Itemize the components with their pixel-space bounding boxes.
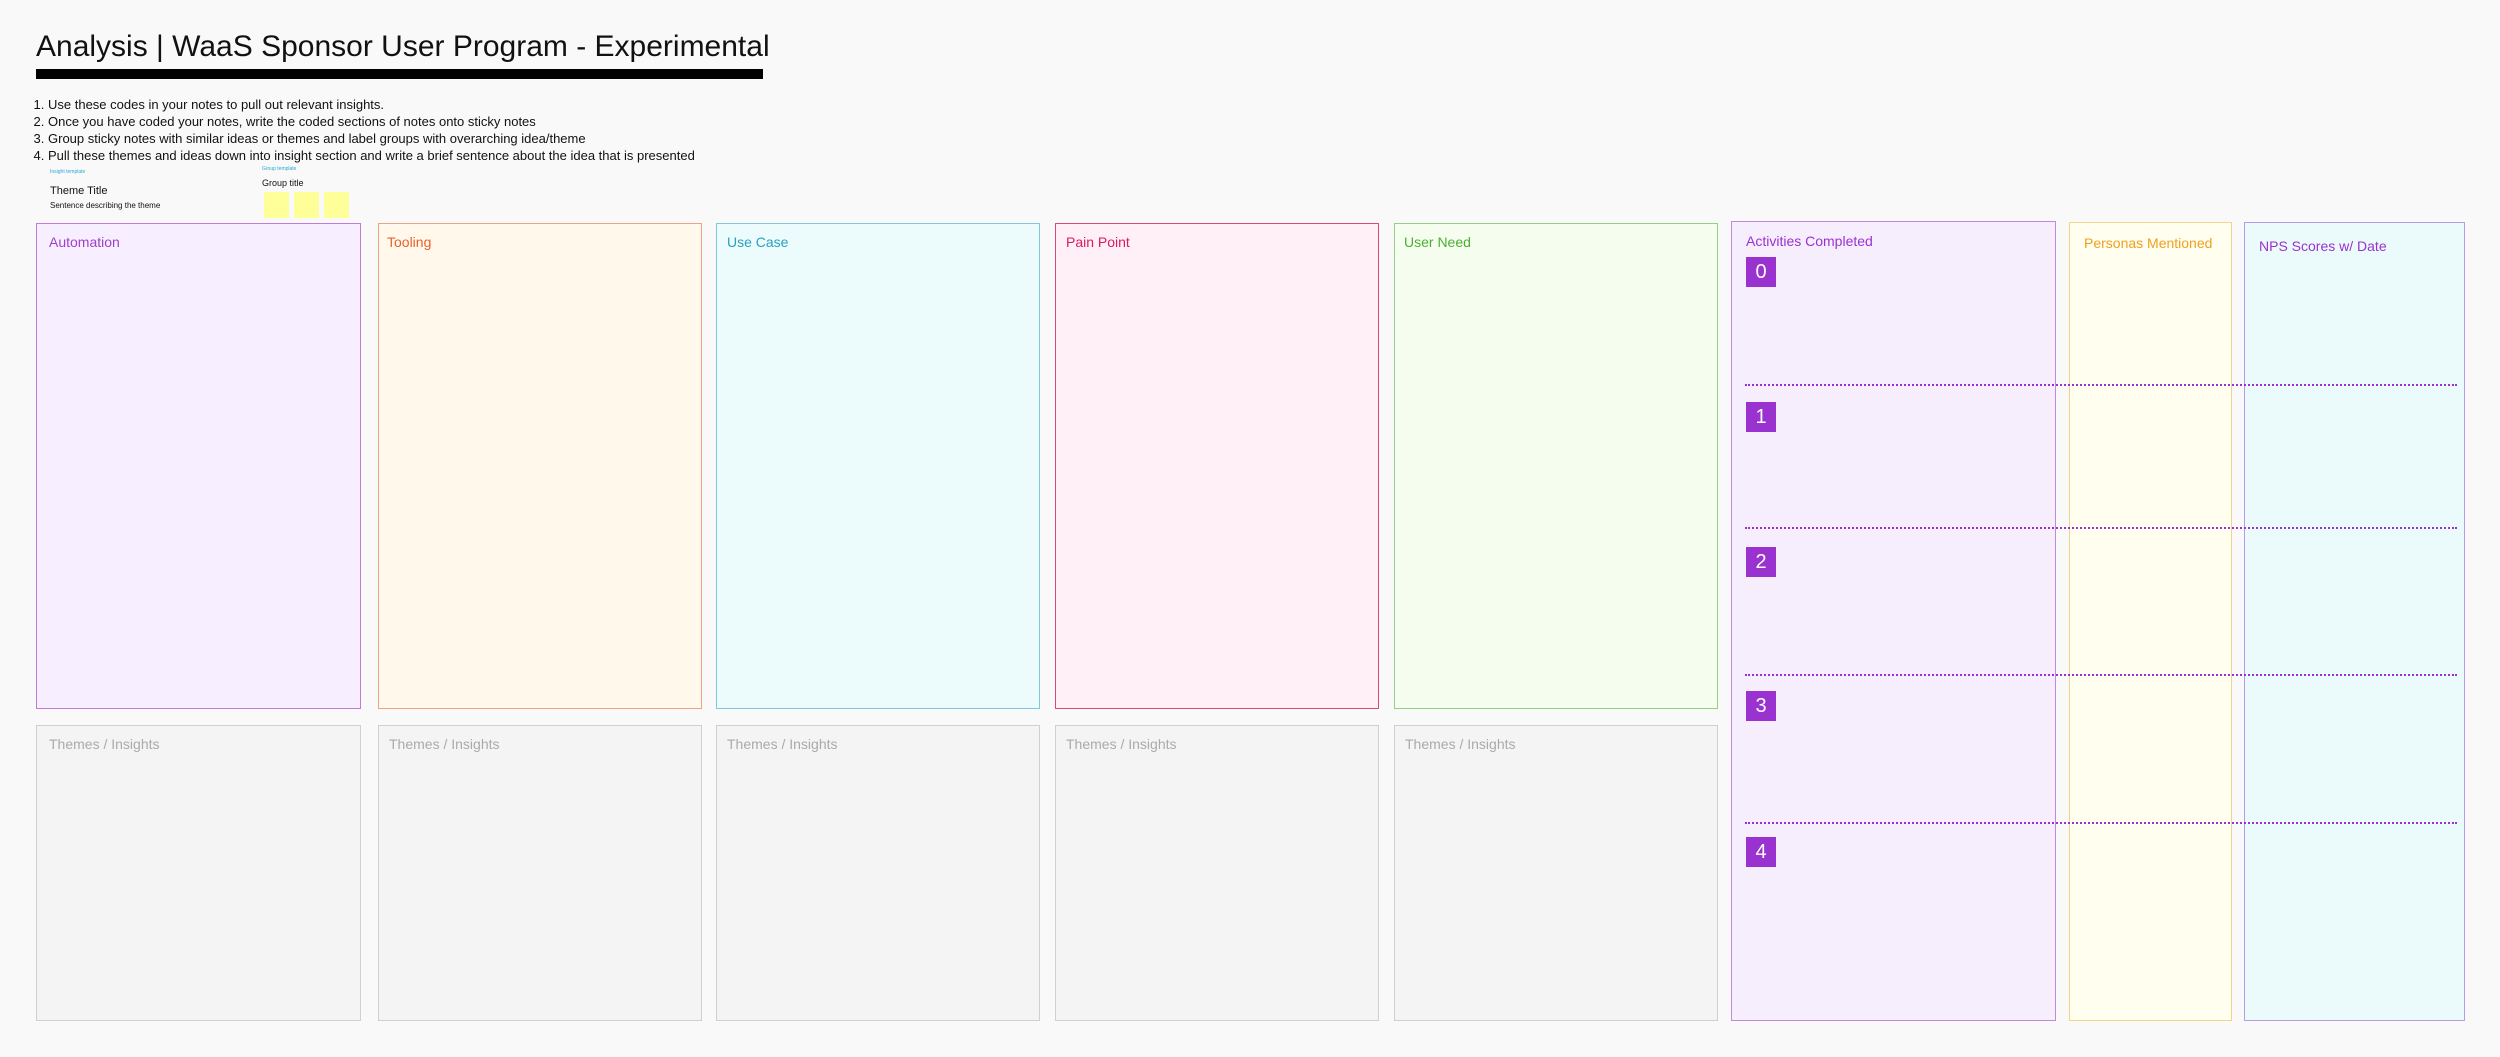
activity-divider: [1745, 674, 2457, 676]
insights-panel[interactable]: Themes / Insights: [716, 725, 1040, 1021]
activity-level-badge: 4: [1746, 837, 1776, 867]
panel-label: NPS Scores w/ Date: [2259, 238, 2387, 254]
panel-use-case[interactable]: Use Case: [716, 223, 1040, 709]
panel-label: Tooling: [387, 234, 432, 250]
page-title: Analysis | WaaS Sponsor User Program - E…: [36, 30, 770, 63]
insight-template-description[interactable]: Sentence describing the theme: [50, 201, 160, 210]
insights-label: Themes / Insights: [727, 736, 838, 752]
insights-label: Themes / Insights: [1066, 736, 1177, 752]
instructions-list: Use these codes in your notes to pull ou…: [34, 96, 695, 164]
activity-divider: [1745, 527, 2457, 529]
insights-panel[interactable]: Themes / Insights: [36, 725, 361, 1021]
activity-level-badge: 3: [1746, 691, 1776, 721]
instruction-item: Pull these themes and ideas down into in…: [48, 147, 695, 164]
activity-level-badge: 1: [1746, 402, 1776, 432]
insights-label: Themes / Insights: [49, 736, 160, 752]
sticky-note[interactable]: [264, 192, 289, 218]
panel-label: Use Case: [727, 234, 789, 250]
sticky-note[interactable]: [294, 192, 319, 218]
insight-template-title[interactable]: Theme Title: [50, 185, 107, 197]
panel-personas-mentioned[interactable]: Personas Mentioned: [2069, 222, 2232, 1021]
panel-label: Pain Point: [1066, 234, 1130, 250]
activity-level-badge: 2: [1746, 547, 1776, 577]
panel-label: Personas Mentioned: [2084, 235, 2213, 251]
insights-panel[interactable]: Themes / Insights: [378, 725, 702, 1021]
instruction-item: Once you have coded your notes, write th…: [48, 113, 695, 130]
panel-user-need[interactable]: User Need: [1394, 223, 1718, 709]
panel-tooling[interactable]: Tooling: [378, 223, 702, 709]
activity-divider: [1745, 822, 2457, 824]
insights-panel[interactable]: Themes / Insights: [1394, 725, 1718, 1021]
insight-template-label: Insight template: [50, 169, 86, 175]
group-template-title[interactable]: Group title: [262, 178, 304, 188]
panel-label: User Need: [1404, 234, 1471, 250]
panel-pain-point[interactable]: Pain Point: [1055, 223, 1379, 709]
instruction-item: Group sticky notes with similar ideas or…: [48, 130, 695, 147]
panel-automation[interactable]: Automation: [36, 223, 361, 709]
activity-divider: [1745, 384, 2457, 386]
insights-panel[interactable]: Themes / Insights: [1055, 725, 1379, 1021]
panel-nps-scores[interactable]: NPS Scores w/ Date: [2244, 222, 2465, 1021]
panel-activities-completed[interactable]: Activities Completed: [1731, 221, 2056, 1021]
panel-label: Activities Completed: [1746, 233, 1873, 249]
insights-label: Themes / Insights: [1405, 736, 1516, 752]
panel-label: Automation: [49, 234, 120, 250]
sticky-note[interactable]: [324, 192, 349, 218]
title-underline: [36, 69, 763, 79]
insights-label: Themes / Insights: [389, 736, 500, 752]
group-template-label: Group template: [262, 166, 297, 172]
activity-level-badge: 0: [1746, 257, 1776, 287]
instruction-item: Use these codes in your notes to pull ou…: [48, 96, 695, 113]
